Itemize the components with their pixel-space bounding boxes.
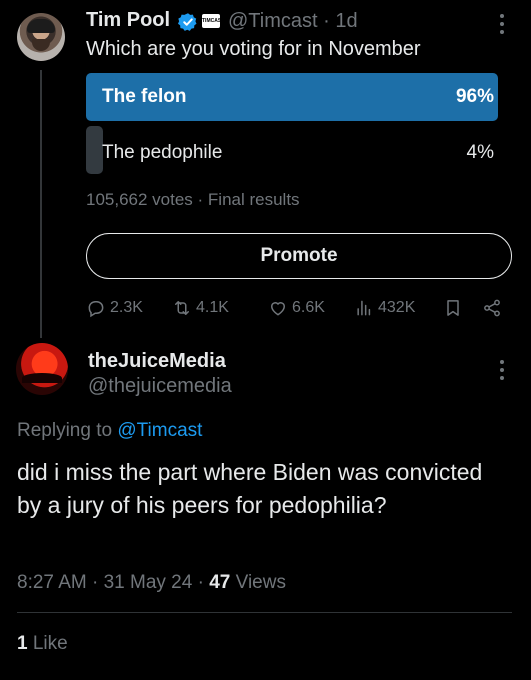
reply-action[interactable]: 2.3K [86, 296, 143, 320]
repost-icon [175, 301, 189, 315]
reply-views-count: 47 [209, 572, 231, 593]
share-action[interactable] [482, 296, 502, 320]
reply-likes-label: Like [27, 633, 68, 654]
reply-likes[interactable]: 1 Like [17, 633, 68, 655]
reply-count: 2.3K [110, 299, 143, 316]
reply-timestamp[interactable]: 8:27 AM · 31 May 24 · [17, 572, 209, 593]
share-icon [484, 299, 500, 317]
more-icon[interactable] [496, 358, 508, 382]
reply-text: did i miss the part where Biden was conv… [17, 459, 483, 518]
reply-likes-count: 1 [17, 633, 28, 654]
poll-footer: 105,662 votes · Final results [86, 190, 300, 209]
views-icon [357, 300, 371, 316]
reply-icon [88, 301, 104, 318]
replying-mention-link[interactable]: @Timcast [117, 420, 202, 441]
views-action[interactable]: 432K [354, 296, 415, 320]
thread-line [40, 70, 42, 338]
like-count: 6.6K [292, 299, 325, 316]
reply-meta: 8:27 AM · 31 May 24 · 47 Views [17, 572, 286, 594]
reply-author-name[interactable]: theJuiceMedia [88, 350, 226, 373]
reply-handle[interactable]: @thejuicemedia [88, 375, 232, 398]
replying-prefix: Replying to [17, 420, 118, 441]
avatar[interactable] [17, 13, 65, 61]
repost-count: 4.1K [196, 299, 229, 316]
poll-option-label-2: The pedophile [102, 142, 223, 163]
avatar-beanie [27, 19, 55, 33]
like-icon [270, 302, 286, 316]
poll-option-bar-2 [86, 126, 103, 174]
repost-action[interactable]: 4.1K [172, 296, 229, 320]
tweet-text: Which are you voting for in November [86, 38, 421, 60]
affiliate-badge: TIMCAST [202, 14, 220, 28]
poll-option-percent-1: 96% [455, 86, 494, 107]
divider [17, 612, 512, 613]
poll-option-label-1: The felon [102, 86, 187, 107]
verified-icon [178, 13, 197, 31]
author-name[interactable]: Tim Pool [86, 9, 170, 32]
views-count: 432K [378, 299, 416, 316]
reply-views-label: Views [230, 572, 286, 593]
promote-button[interactable]: Promote [86, 233, 512, 279]
poll-option-percent-2: 4% [466, 142, 494, 163]
avatar-silhouette [22, 373, 62, 383]
bookmark-action[interactable] [443, 296, 463, 320]
like-action[interactable]: 6.6K [268, 296, 325, 320]
replying-to: Replying to @Timcast [17, 420, 202, 442]
bookmark-icon [447, 300, 459, 316]
more-icon[interactable] [496, 12, 508, 36]
handle-and-time[interactable]: @Timcast · 1d [228, 10, 358, 33]
reply-avatar[interactable] [16, 343, 68, 395]
avatar-beard [32, 39, 50, 51]
